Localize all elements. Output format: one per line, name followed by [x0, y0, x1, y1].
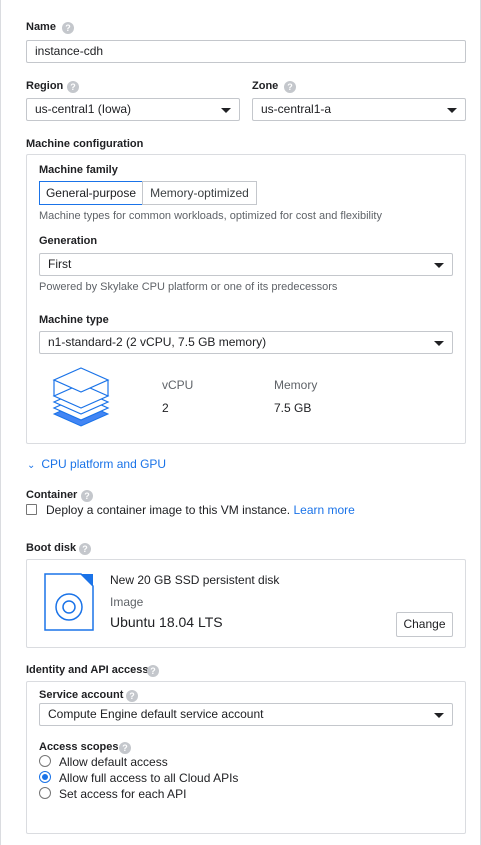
- name-label: Name: [26, 21, 56, 33]
- radio-allow-default-access[interactable]: [39, 755, 51, 767]
- help-icon[interactable]: ?: [67, 81, 79, 93]
- identity-title: Identity and API access: [26, 664, 149, 676]
- vcpu-label: vCPU: [162, 378, 194, 392]
- memory-value: 7.5 GB: [274, 401, 312, 415]
- vcpu-value: 2: [162, 401, 169, 415]
- boot-disk-title: Boot disk: [26, 542, 77, 554]
- generation-description: Powered by Skylake CPU platform or one o…: [39, 281, 338, 293]
- boot-disk-image-label: Image: [110, 595, 144, 609]
- machine-stack-icon: [52, 367, 110, 427]
- machine-family-label: Machine family: [39, 164, 118, 176]
- zone-value: us-central1-a: [261, 102, 332, 116]
- name-input[interactable]: instance-cdh: [26, 40, 466, 63]
- dropdown-caret-icon: [434, 713, 444, 718]
- generation-label: Generation: [39, 235, 98, 247]
- boot-disk-title-text: New 20 GB SSD persistent disk: [110, 573, 280, 587]
- zone-select[interactable]: us-central1-a: [252, 98, 466, 121]
- change-button[interactable]: Change: [396, 612, 453, 637]
- machine-type-select[interactable]: n1-standard-2 (2 vCPU, 7.5 GB memory): [39, 331, 453, 354]
- scope-label: Set access for each API: [59, 787, 187, 801]
- scope-label: Allow full access to all Cloud APIs: [59, 771, 239, 785]
- help-icon[interactable]: ?: [284, 81, 296, 93]
- dropdown-caret-icon: [221, 108, 231, 113]
- scope-label: Allow default access: [59, 755, 168, 769]
- access-scopes-label: Access scopes: [39, 741, 119, 753]
- container-checkbox[interactable]: [26, 504, 37, 515]
- service-account-value: Compute Engine default service account: [48, 707, 264, 721]
- region-value: us-central1 (Iowa): [35, 102, 132, 116]
- tab-general-purpose[interactable]: General-purpose: [39, 181, 143, 205]
- container-checkbox-text: Deploy a container image to this VM inst…: [46, 503, 291, 517]
- help-icon[interactable]: ?: [119, 742, 131, 754]
- cpu-platform-link: CPU platform and GPU: [41, 457, 167, 471]
- service-account-label: Service account: [39, 689, 124, 701]
- help-icon[interactable]: ?: [126, 690, 138, 702]
- chevron-down-icon: ⌄: [27, 460, 36, 471]
- help-icon[interactable]: ?: [62, 22, 74, 34]
- cpu-platform-toggle[interactable]: ⌄ CPU platform and GPU: [27, 457, 166, 471]
- generation-select[interactable]: First: [39, 253, 453, 276]
- region-select[interactable]: us-central1 (Iowa): [26, 98, 240, 121]
- radio-allow-full-access[interactable]: [39, 771, 51, 783]
- machine-type-label: Machine type: [39, 314, 109, 326]
- service-account-select[interactable]: Compute Engine default service account: [39, 703, 453, 726]
- dropdown-caret-icon: [434, 263, 444, 268]
- machine-type-value: n1-standard-2 (2 vCPU, 7.5 GB memory): [48, 335, 267, 349]
- machine-configuration-title: Machine configuration: [26, 138, 144, 150]
- container-checkbox-label: Deploy a container image to this VM inst…: [46, 503, 355, 517]
- container-title: Container: [26, 489, 78, 501]
- dropdown-caret-icon: [434, 341, 444, 346]
- generation-value: First: [48, 257, 72, 271]
- zone-label: Zone: [252, 80, 279, 92]
- memory-label: Memory: [274, 378, 318, 392]
- region-label: Region: [26, 80, 64, 92]
- radio-set-access-per-api[interactable]: [39, 787, 51, 799]
- help-icon[interactable]: ?: [147, 665, 159, 677]
- machine-family-description: Machine types for common workloads, opti…: [39, 210, 382, 222]
- tab-memory-optimized[interactable]: Memory-optimized: [142, 181, 257, 205]
- learn-more-link[interactable]: Learn more: [293, 503, 354, 517]
- help-icon[interactable]: ?: [79, 543, 91, 555]
- help-icon[interactable]: ?: [81, 490, 93, 502]
- disk-image-icon: [44, 573, 94, 631]
- dropdown-caret-icon: [447, 108, 457, 113]
- boot-disk-image-value: Ubuntu 18.04 LTS: [110, 614, 223, 630]
